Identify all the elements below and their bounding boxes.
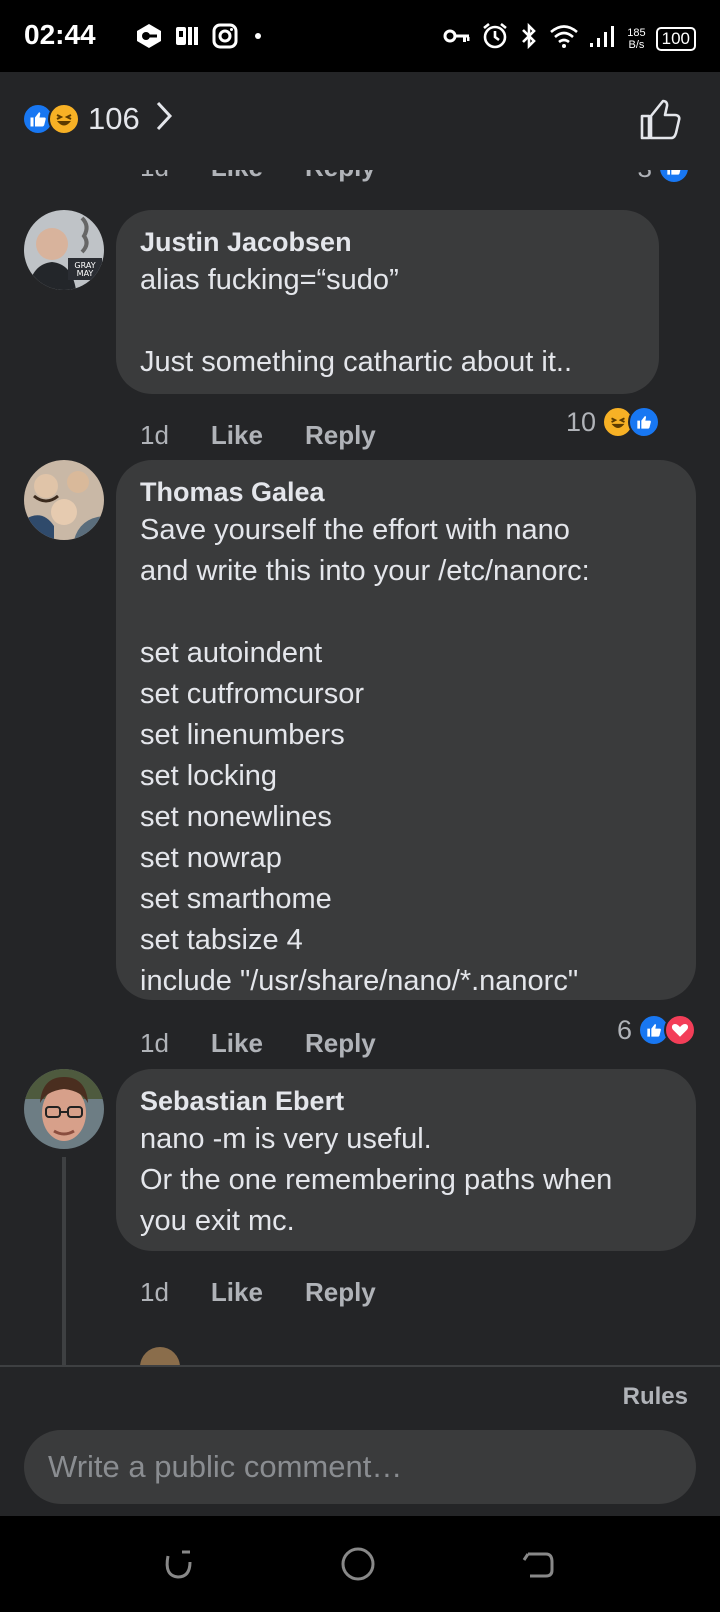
comment-text: nano -m is very useful. Or the one remem… <box>140 1123 613 1237</box>
reply-comment-button[interactable]: Reply <box>305 1277 376 1308</box>
comment-time: 1d <box>140 1028 169 1058</box>
reaction-summary[interactable]: 106 <box>22 100 174 137</box>
key-icon <box>134 22 164 55</box>
reaction-count: 6 <box>616 1014 632 1045</box>
system-nav-bar <box>0 1516 720 1612</box>
love-icon <box>664 1014 696 1046</box>
reply-comment-button[interactable]: Reply <box>305 1028 376 1059</box>
dot-icon <box>248 23 268 54</box>
back-icon[interactable] <box>520 1546 556 1587</box>
partial-reaction-badge[interactable]: 3 <box>638 170 690 184</box>
rules-link[interactable]: Rules <box>623 1383 688 1411</box>
avatar[interactable]: GRAY MAY <box>24 210 104 290</box>
comment-time: 1d <box>140 420 169 450</box>
net-speed: 185 B/s <box>627 27 645 51</box>
comment-reaction-badge[interactable]: 6 <box>617 1014 696 1046</box>
comment-list[interactable]: 1d Like Reply 3 GRAY MAY Justin Jacobsen… <box>0 170 720 1365</box>
reply-comment-button[interactable]: Reply <box>305 170 376 183</box>
partial-comment-actions: 1d Like Reply <box>140 170 376 183</box>
signal-icon <box>589 23 617 54</box>
reaction-count: 106 <box>88 100 140 136</box>
alarm-icon <box>481 22 509 55</box>
thumbs-up-outline-icon <box>640 99 681 140</box>
reply-comment-button[interactable]: Reply <box>305 420 376 451</box>
reaction-count: 3 <box>638 170 652 184</box>
like-comment-button[interactable]: Like <box>211 170 263 183</box>
avatar[interactable] <box>140 1347 180 1365</box>
comment-text: Save yourself the effort with nano and w… <box>140 514 590 997</box>
comment-time: 1d <box>140 170 169 183</box>
avatar[interactable] <box>24 460 104 540</box>
home-icon[interactable] <box>340 1546 376 1587</box>
comment-text: alias fucking=“sudo” Just something cath… <box>140 264 572 378</box>
bluetooth-icon <box>519 22 539 55</box>
like-icon <box>658 170 690 184</box>
comment-actions: 1d Like Reply <box>140 1028 376 1059</box>
status-icons-right: 185 B/s 100 <box>443 22 696 55</box>
avatar[interactable] <box>24 1069 104 1149</box>
footer-divider <box>0 1365 720 1367</box>
comment-reaction-badge[interactable]: 10 <box>566 406 660 438</box>
comment-bubble[interactable]: Sebastian Ebert nano -m is very useful. … <box>116 1069 696 1251</box>
battery-indicator: 100 <box>655 26 696 51</box>
comment-time: 1d <box>140 1277 169 1307</box>
svg-text:MAY: MAY <box>77 269 94 278</box>
comment-bubble[interactable]: Justin Jacobsen alias fucking=“sudo” Jus… <box>116 210 659 394</box>
comment-author[interactable]: Sebastian Ebert <box>140 1083 672 1119</box>
comment-author[interactable]: Thomas Galea <box>140 474 672 510</box>
like-post-button[interactable] <box>638 98 682 147</box>
comment-input[interactable] <box>24 1430 696 1504</box>
status-time: 02:44 <box>24 19 96 50</box>
net-speed-value: 185 <box>627 26 646 39</box>
recent-apps-icon[interactable] <box>160 1546 196 1587</box>
pocket-icon <box>174 23 202 54</box>
comment-actions: 1d Like Reply <box>140 420 376 451</box>
reaction-count: 10 <box>565 406 596 437</box>
like-comment-button[interactable]: Like <box>211 420 263 451</box>
status-bar: 02:44 185 B/s 100 <box>0 0 720 72</box>
comment-bubble[interactable]: Thomas Galea Save yourself the effort wi… <box>116 460 696 1000</box>
net-speed-unit: B/s <box>628 38 645 51</box>
comment-actions: 1d Like Reply <box>140 1277 376 1308</box>
vpn-key-icon <box>443 26 471 51</box>
instagram-icon <box>212 23 238 54</box>
like-comment-button[interactable]: Like <box>211 1028 263 1059</box>
like-icon <box>628 406 660 438</box>
haha-icon <box>48 102 80 135</box>
like-comment-button[interactable]: Like <box>211 1277 263 1308</box>
comment-author[interactable]: Justin Jacobsen <box>140 224 635 260</box>
reactions-header: 106 <box>0 72 720 170</box>
wifi-icon <box>549 23 579 54</box>
status-icons-left <box>134 22 268 55</box>
chevron-right-icon <box>154 100 174 137</box>
reply-thread-line <box>62 1157 66 1365</box>
